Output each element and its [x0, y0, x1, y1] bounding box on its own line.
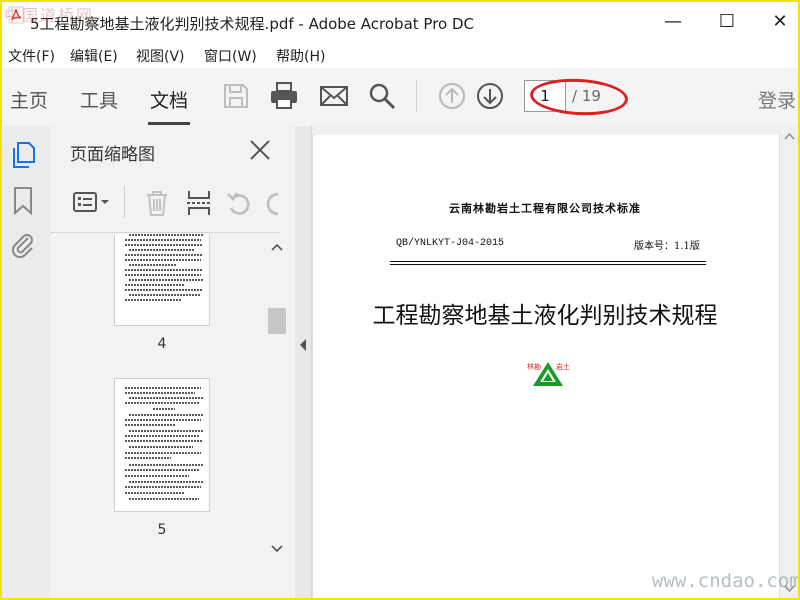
next-page-icon[interactable] [474, 80, 506, 112]
thumbnail-scrollbar[interactable] [268, 234, 286, 558]
doc-company-standard: 云南林勘岩土工程有限公司技术标准 [449, 202, 641, 215]
close-button[interactable]: ✕ [765, 10, 795, 34]
thumbnail-page-4-text [125, 234, 203, 301]
email-icon[interactable] [318, 80, 350, 112]
delete-icon[interactable] [142, 188, 172, 218]
close-panel-icon[interactable] [246, 136, 274, 164]
login-button[interactable]: 登录 [758, 86, 800, 113]
insert-page-icon[interactable] [184, 188, 214, 218]
panel-collapse-strip[interactable] [295, 126, 312, 600]
maximize-button[interactable]: ☐ [712, 10, 742, 34]
prev-page-icon[interactable] [436, 80, 468, 112]
thumbnail-page-4-label: 4 [157, 336, 167, 352]
toolbar [0, 68, 800, 127]
company-logo [533, 362, 563, 386]
window-title: 5工程勘察地基土液化判别技术规程.pdf - Adobe Acrobat Pro… [30, 15, 475, 33]
panel-title: 页面缩略图 [70, 145, 155, 165]
tab-document[interactable]: 文档 [150, 86, 188, 113]
bookmark-icon[interactable] [12, 186, 34, 216]
doc-scroll-up-icon[interactable] [783, 130, 796, 142]
thumbnail-page-4[interactable] [114, 234, 210, 326]
menu-help[interactable]: 帮助(H) [276, 46, 325, 66]
save-icon[interactable] [220, 80, 252, 112]
tab-tools[interactable]: 工具 [80, 86, 118, 113]
toolbar-separator [416, 80, 417, 112]
thumbnail-options-icon[interactable] [72, 190, 112, 216]
doc-header-rule [390, 261, 706, 265]
attachment-icon[interactable] [10, 230, 36, 258]
watermark-bottom: www.cndao.com [652, 570, 800, 592]
menu-window[interactable]: 窗口(W) [204, 46, 257, 66]
thumbnail-page-5-text [125, 387, 203, 500]
menu-bar [0, 40, 800, 68]
minimize-button[interactable]: — [658, 10, 688, 34]
collapse-panel-icon[interactable] [298, 338, 308, 352]
tab-home[interactable]: 主页 [10, 86, 48, 113]
scroll-down-icon[interactable] [270, 542, 284, 556]
thumbnail-list: 4 5 [60, 234, 268, 558]
rotate-left-icon[interactable] [224, 188, 254, 218]
thumbnail-page-5-label: 5 [157, 522, 167, 538]
watermark-top: 中国道桥网 [4, 6, 95, 25]
menu-file[interactable]: 文件(F) [8, 46, 55, 66]
panel-divider [50, 232, 280, 233]
scroll-up-icon[interactable] [270, 240, 284, 254]
menu-edit[interactable]: 编辑(E) [70, 46, 118, 66]
print-icon[interactable] [268, 80, 300, 112]
thumbnail-page-5[interactable] [114, 378, 210, 512]
page-thumbnails-icon[interactable] [10, 140, 38, 170]
doc-version: 版本号：1.1版 [634, 241, 700, 252]
active-tab-indicator [148, 122, 190, 125]
panel-separator [124, 186, 125, 218]
document-scrollbar[interactable] [781, 126, 798, 600]
doc-title: 工程勘察地基土液化判别技术规程 [372, 303, 718, 329]
doc-standard-code: QB/YNLKYT-J04-2015 [396, 238, 505, 249]
menu-view[interactable]: 视图(V) [136, 46, 185, 66]
thumbnail-scroll-thumb[interactable] [268, 308, 286, 334]
search-icon[interactable] [366, 80, 398, 112]
rotate-right-icon[interactable] [266, 188, 280, 218]
